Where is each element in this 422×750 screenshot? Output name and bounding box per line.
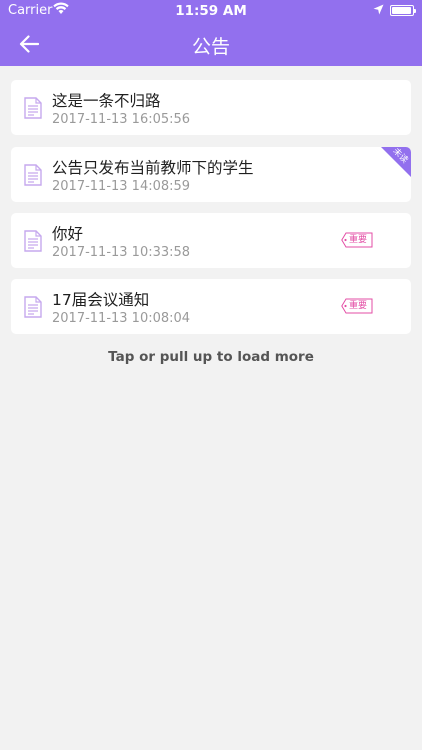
battery-icon <box>390 5 416 16</box>
announcement-card[interactable]: 17届会议通知 2017-11-13 10:08:04 重要 <box>11 279 411 334</box>
announcement-date: 2017-11-13 16:05:56 <box>52 112 191 127</box>
important-tag: 重要 <box>341 298 373 314</box>
document-icon <box>24 230 42 252</box>
unread-badge: 未读 <box>381 147 411 177</box>
announcement-card[interactable]: 你好 2017-11-13 10:33:58 重要 <box>11 213 411 268</box>
announcement-title: 公告只发布当前教师下的学生 <box>52 159 254 177</box>
important-tag: 重要 <box>341 232 373 248</box>
announcement-card[interactable]: 公告只发布当前教师下的学生 2017-11-13 14:08:59 未读 <box>11 147 411 202</box>
load-more-button[interactable]: Tap or pull up to load more <box>0 349 422 365</box>
nav-bar: 公告 <box>0 22 422 66</box>
location-arrow-icon <box>373 4 384 19</box>
document-icon <box>24 296 42 318</box>
battery-level <box>392 7 411 14</box>
status-bar: Carrier 11:59 AM <box>0 0 422 22</box>
important-label: 重要 <box>349 235 368 245</box>
document-icon <box>24 97 42 119</box>
header: Carrier 11:59 AM 公告 <box>0 0 422 66</box>
announcement-date: 2017-11-13 10:33:58 <box>52 245 191 260</box>
announcement-date: 2017-11-13 10:08:04 <box>52 311 191 326</box>
announcement-card[interactable]: 这是一条不归路 2017-11-13 16:05:56 <box>11 80 411 135</box>
announcement-title: 你好 <box>52 225 84 243</box>
announcement-title: 这是一条不归路 <box>52 92 161 110</box>
status-time: 11:59 AM <box>175 3 247 19</box>
document-icon <box>24 164 42 186</box>
announcement-title: 17届会议通知 <box>52 291 150 309</box>
important-label: 重要 <box>349 301 368 311</box>
announcement-date: 2017-11-13 14:08:59 <box>52 179 191 194</box>
page-title: 公告 <box>191 36 230 58</box>
